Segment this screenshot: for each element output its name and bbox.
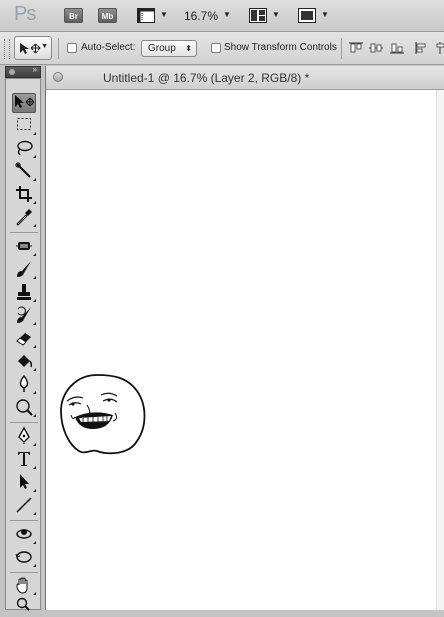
pen-tool[interactable]	[12, 427, 36, 447]
quick-selection-tool[interactable]	[12, 162, 36, 182]
arrange-caret-icon[interactable]: ▼	[272, 10, 280, 19]
zoom-level[interactable]: 16.7%	[184, 9, 218, 23]
tools-separator	[10, 572, 38, 573]
3d-orbit-tool[interactable]	[12, 548, 36, 568]
clone-stamp-tool[interactable]	[12, 283, 36, 303]
healing-brush-tool[interactable]	[12, 237, 36, 257]
options-separator	[341, 38, 342, 59]
tools-separator	[10, 232, 38, 233]
screen-mode-caret-icon[interactable]: ▼	[321, 10, 329, 19]
align-vertical-centers-icon[interactable]	[369, 42, 383, 57]
path-selection-tool[interactable]	[12, 473, 36, 493]
auto-select-checkbox[interactable]	[67, 43, 77, 53]
3d-rotate-tool[interactable]	[12, 525, 36, 545]
view-extras-caret-icon[interactable]: ▼	[160, 10, 168, 19]
tools-panel-header[interactable]: »	[5, 65, 41, 78]
canvas-face-drawing	[57, 371, 149, 458]
select-arrows-icon: ⬍	[185, 44, 192, 53]
paint-bucket-tool[interactable]	[12, 352, 36, 372]
zoom-caret-icon[interactable]: ▼	[223, 10, 231, 19]
zoom-tool[interactable]	[12, 597, 36, 617]
history-brush-tool[interactable]	[12, 306, 36, 326]
options-bar-grip[interactable]	[4, 39, 10, 59]
photoshop-logo: Ps	[14, 3, 36, 25]
tools-panel	[5, 78, 41, 611]
auto-select-label: Auto-Select:	[81, 42, 136, 53]
crop-tool[interactable]	[12, 185, 36, 205]
document-title: Untitled-1 @ 16.7% (Layer 2, RGB/8) *	[103, 71, 310, 85]
view-extras-icon[interactable]	[137, 8, 155, 26]
type-tool[interactable]	[12, 450, 36, 470]
arrange-documents-icon[interactable]	[249, 8, 267, 26]
blur-tool[interactable]	[12, 375, 36, 395]
options-separator	[58, 38, 59, 59]
tools-panel-collapse-icon[interactable]: »	[33, 65, 37, 74]
eraser-tool[interactable]	[12, 329, 36, 349]
tools-panel-close-icon[interactable]	[9, 69, 15, 75]
document-window[interactable]: Untitled-1 @ 16.7% (Layer 2, RGB/8) *	[45, 66, 444, 610]
options-bar: ▼ Auto-Select: Group ⬍ Show Transform Co…	[0, 32, 444, 65]
eyedropper-tool[interactable]	[12, 208, 36, 228]
marquee-tool[interactable]	[12, 116, 36, 136]
tool-preset-caret-icon: ▼	[41, 43, 48, 50]
document-close-icon[interactable]	[53, 72, 63, 82]
tool-preset-picker[interactable]: ▼	[14, 36, 52, 60]
lasso-tool[interactable]	[12, 139, 36, 159]
tools-separator	[10, 422, 38, 423]
bridge-button[interactable]: Br	[64, 8, 83, 23]
show-transform-controls-checkbox[interactable]	[211, 43, 221, 53]
move-tool[interactable]	[12, 93, 36, 113]
align-top-edges-icon[interactable]	[349, 42, 363, 57]
document-title-bar[interactable]: Untitled-1 @ 16.7% (Layer 2, RGB/8) *	[46, 66, 444, 90]
screen-mode-icon[interactable]	[298, 8, 316, 26]
hand-tool[interactable]	[12, 576, 36, 596]
mini-bridge-button[interactable]: Mb	[98, 8, 117, 23]
show-transform-controls-label: Show Transform Controls	[224, 42, 337, 53]
document-scrollbar[interactable]	[436, 90, 444, 610]
align-bottom-edges-icon[interactable]	[390, 42, 404, 57]
line-tool[interactable]	[12, 496, 36, 516]
align-left-edges-icon[interactable]	[415, 42, 429, 57]
auto-select-target-select[interactable]: Group ⬍	[141, 40, 197, 57]
align-horizontal-centers-icon[interactable]	[436, 42, 444, 57]
tools-separator	[10, 520, 38, 521]
auto-select-target-value: Group	[148, 43, 176, 54]
brush-tool[interactable]	[12, 260, 36, 280]
application-bar: Ps Br Mb ▼ 16.7% ▼ ▼ ▼	[0, 0, 444, 32]
dodge-tool[interactable]	[12, 398, 36, 418]
